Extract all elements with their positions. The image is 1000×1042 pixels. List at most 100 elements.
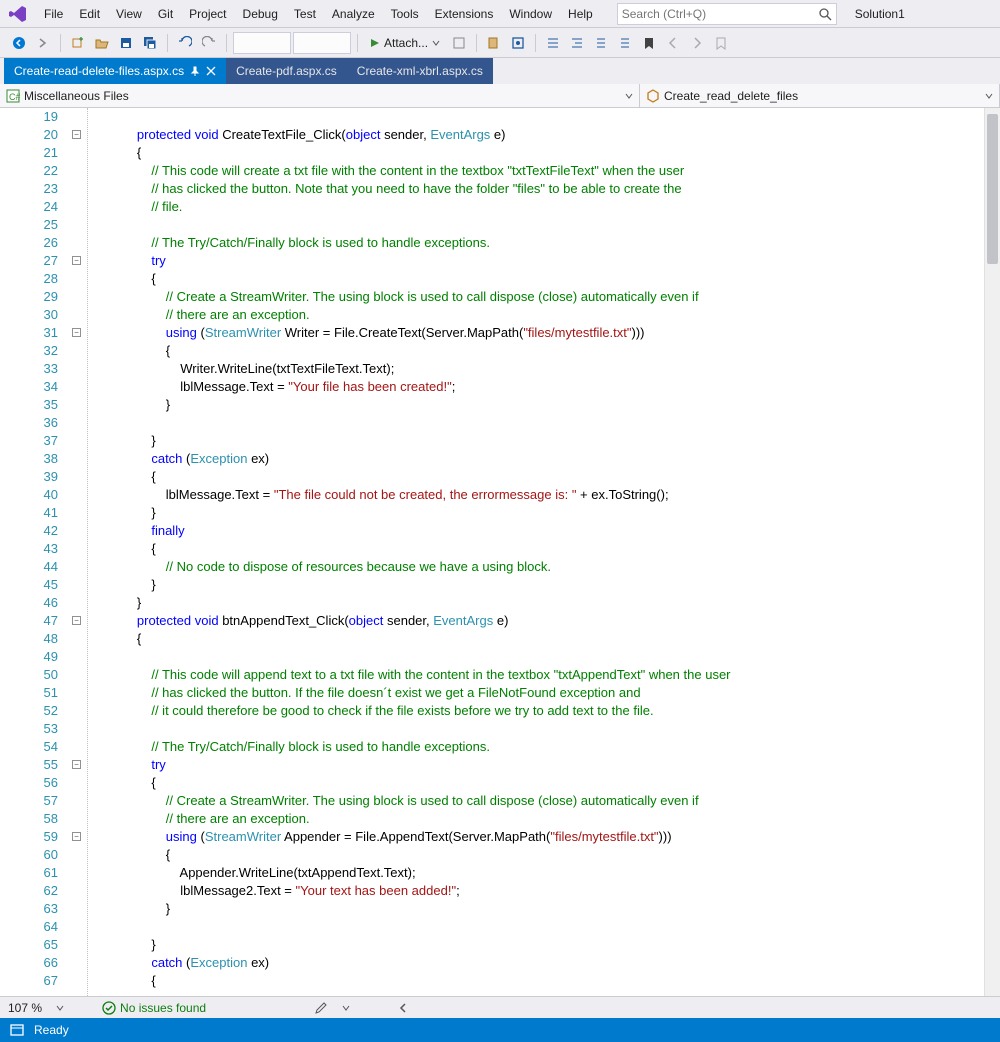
code-line: {	[108, 540, 984, 558]
code-line	[108, 414, 984, 432]
config-combo[interactable]	[233, 32, 291, 54]
undo-button[interactable]	[174, 32, 196, 54]
editor-info-bar: 107 % No issues found	[0, 996, 1000, 1018]
line-number: 24	[0, 198, 58, 216]
uncomment-icon[interactable]	[614, 32, 636, 54]
fold-toggle[interactable]: −	[72, 256, 81, 265]
attach-button[interactable]: Attach...	[364, 32, 446, 54]
class-icon	[646, 89, 660, 103]
fold-toggle[interactable]: −	[72, 832, 81, 841]
code-line: }	[108, 936, 984, 954]
new-item-button[interactable]	[67, 32, 89, 54]
search-input[interactable]	[622, 7, 818, 21]
menu-analyze[interactable]: Analyze	[324, 3, 383, 25]
find-in-files-icon[interactable]	[483, 32, 505, 54]
tab-label: Create-read-delete-files.aspx.cs	[14, 64, 184, 78]
line-number: 23	[0, 180, 58, 198]
code-line: // file.	[108, 198, 984, 216]
menu-view[interactable]: View	[108, 3, 150, 25]
line-number: 42	[0, 522, 58, 540]
code-line: {	[108, 342, 984, 360]
code-line: // has clicked the button. Note that you…	[108, 180, 984, 198]
menu-extensions[interactable]: Extensions	[427, 3, 502, 25]
code-line: }	[108, 900, 984, 918]
line-number: 66	[0, 954, 58, 972]
bookmark-icon[interactable]	[638, 32, 660, 54]
comment-icon[interactable]	[590, 32, 612, 54]
menu-debug[interactable]: Debug	[235, 3, 286, 25]
code-line: {	[108, 846, 984, 864]
code-line: // Create a StreamWriter. The using bloc…	[108, 288, 984, 306]
line-number: 57	[0, 792, 58, 810]
line-number: 44	[0, 558, 58, 576]
line-number: 37	[0, 432, 58, 450]
line-number: 31	[0, 324, 58, 342]
fold-toggle[interactable]: −	[72, 328, 81, 337]
code-line: {	[108, 270, 984, 288]
bookmark-next-icon[interactable]	[686, 32, 708, 54]
menu-file[interactable]: File	[36, 3, 71, 25]
nav-symbol-label: Create_read_delete_files	[664, 89, 798, 103]
toolbar: Attach...	[0, 28, 1000, 58]
vertical-scrollbar[interactable]	[984, 108, 1000, 996]
line-number: 35	[0, 396, 58, 414]
issues-indicator[interactable]: No issues found	[102, 1001, 206, 1015]
code-editor[interactable]: 1920212223242526272829303132333435363738…	[0, 108, 1000, 996]
scrollbar-thumb[interactable]	[987, 114, 998, 264]
ok-check-icon	[102, 1001, 116, 1015]
code-line	[108, 918, 984, 936]
indent-more-icon[interactable]	[566, 32, 588, 54]
back-button[interactable]	[8, 32, 30, 54]
zoom-level[interactable]: 107 %	[8, 1001, 42, 1015]
pin-icon[interactable]	[190, 66, 200, 76]
redo-button[interactable]	[198, 32, 220, 54]
indent-less-icon[interactable]	[542, 32, 564, 54]
code-line: catch (Exception ex)	[108, 954, 984, 972]
code-line: using (StreamWriter Writer = File.Create…	[108, 324, 984, 342]
menu-edit[interactable]: Edit	[71, 3, 108, 25]
close-icon[interactable]	[206, 66, 216, 76]
code-area[interactable]: protected void CreateTextFile_Click(obje…	[100, 108, 984, 996]
tab-label: Create-pdf.aspx.cs	[236, 64, 337, 78]
code-line: // Create a StreamWriter. The using bloc…	[108, 792, 984, 810]
open-button[interactable]	[91, 32, 113, 54]
fold-toggle[interactable]: −	[72, 616, 81, 625]
left-arrow-icon[interactable]	[398, 1003, 408, 1013]
code-line	[108, 720, 984, 738]
nav-symbol-combo[interactable]: Create_read_delete_files	[640, 84, 1000, 107]
pencil-icon[interactable]	[314, 1001, 328, 1015]
code-line: // The Try/Catch/Finally block is used t…	[108, 234, 984, 252]
tab[interactable]: Create-pdf.aspx.cs	[226, 58, 347, 84]
box-icon[interactable]	[507, 32, 529, 54]
fold-toggle[interactable]: −	[72, 130, 81, 139]
bookmark-clear-icon[interactable]	[710, 32, 732, 54]
code-line: // The Try/Catch/Finally block is used t…	[108, 738, 984, 756]
save-button[interactable]	[115, 32, 137, 54]
line-number: 62	[0, 882, 58, 900]
menu-git[interactable]: Git	[150, 3, 181, 25]
platform-combo[interactable]	[293, 32, 351, 54]
nav-project-combo[interactable]: C# Miscellaneous Files	[0, 84, 640, 107]
forward-button[interactable]	[32, 32, 54, 54]
line-number: 36	[0, 414, 58, 432]
search-box[interactable]	[617, 3, 837, 25]
tab[interactable]: Create-read-delete-files.aspx.cs	[4, 58, 226, 84]
menu-help[interactable]: Help	[560, 3, 601, 25]
line-number: 63	[0, 900, 58, 918]
menu-test[interactable]: Test	[286, 3, 324, 25]
menu-project[interactable]: Project	[181, 3, 234, 25]
fold-toggle[interactable]: −	[72, 760, 81, 769]
menu-window[interactable]: Window	[501, 3, 560, 25]
line-number: 56	[0, 774, 58, 792]
line-number: 65	[0, 936, 58, 954]
tab[interactable]: Create-xml-xbrl.aspx.cs	[347, 58, 493, 84]
menu-tools[interactable]: Tools	[383, 3, 427, 25]
line-number: 34	[0, 378, 58, 396]
bookmark-prev-icon[interactable]	[662, 32, 684, 54]
code-line: protected void btnAppendText_Click(objec…	[108, 612, 984, 630]
debug-target-button[interactable]	[448, 32, 470, 54]
line-number: 25	[0, 216, 58, 234]
save-all-button[interactable]	[139, 32, 161, 54]
line-number: 29	[0, 288, 58, 306]
code-line: try	[108, 756, 984, 774]
